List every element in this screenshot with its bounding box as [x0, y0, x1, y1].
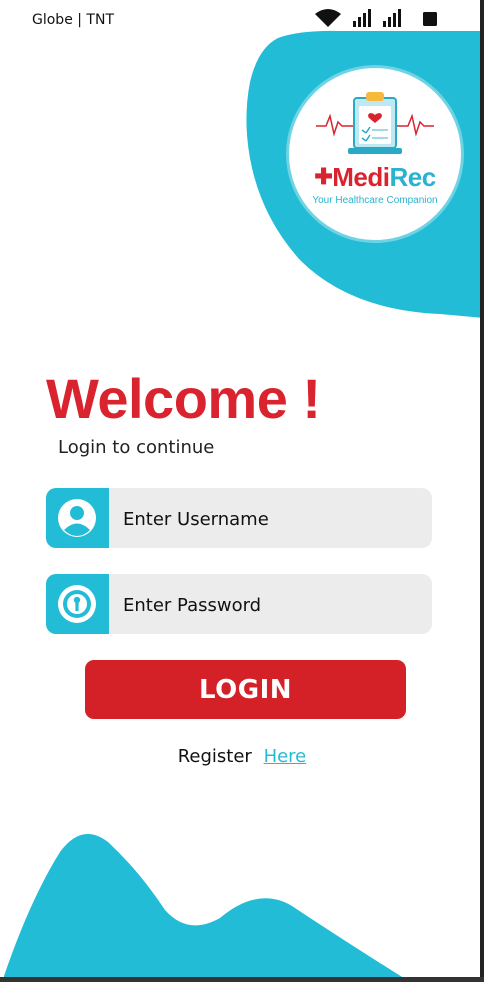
username-icon-box: [46, 488, 109, 548]
wifi-icon: [315, 9, 341, 27]
password-input[interactable]: [109, 574, 432, 634]
login-button[interactable]: LOGIN: [85, 660, 406, 719]
medical-clipboard-icon: [316, 92, 434, 154]
password-field[interactable]: [46, 574, 432, 634]
brand-name-medi: Medi: [332, 162, 390, 192]
welcome-title: Welcome !: [46, 367, 321, 430]
username-field[interactable]: [46, 488, 432, 548]
status-icons: [314, 8, 440, 28]
signal-icon: [353, 9, 371, 27]
keyhole-icon: [58, 585, 96, 623]
carrier-label: Globe | TNT: [32, 12, 114, 28]
logo-badge: ✚MediRec Your Healthcare Companion: [289, 68, 461, 240]
username-input[interactable]: [109, 488, 432, 548]
login-subtitle: Login to continue: [58, 437, 215, 458]
register-row: Register Here: [0, 746, 484, 767]
medical-cross-icon: ✚: [314, 164, 333, 189]
brand-name-rec: Rec: [389, 162, 436, 192]
brand-tagline: Your Healthcare Companion: [312, 195, 438, 206]
register-text: Register: [177, 746, 252, 767]
password-icon-box: [46, 574, 109, 634]
login-screen: Globe | TNT ✚MediRec Your Healthcare Com…: [0, 0, 484, 982]
bottom-decorative-wave: [4, 834, 410, 982]
device-right-edge: [480, 0, 484, 982]
device-bottom-edge: [0, 977, 484, 982]
battery-icon: [423, 12, 437, 26]
brand-name: ✚MediRec: [289, 162, 461, 193]
signal-icon-2: [383, 9, 401, 27]
register-here-link[interactable]: Here: [264, 746, 307, 767]
user-circle-icon: [58, 499, 96, 537]
